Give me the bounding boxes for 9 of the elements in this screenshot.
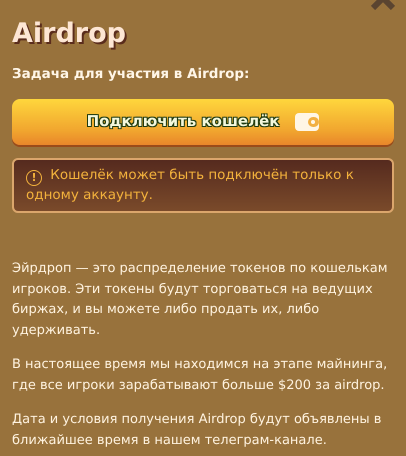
info-paragraph: В настоящее время мы находимся на этапе майнинга, где все игроки зарабатывают больше $200 за airdrop.: [12, 356, 388, 395]
task-label: Задача для участия в Airdrop:: [12, 65, 250, 84]
info-paragraph: Эйрдроп — это распределение токенов по кошелькам игроков. Эти токены будут торговаться на ведущих биржах, и вы можете либо продать их, либо удерживать.: [12, 260, 389, 340]
warning-icon: !: [26, 170, 42, 186]
warning-message: ! Кошелёк может быть подключён только к одному аккаунту.: [12, 158, 394, 214]
page-title: Airdrop: [12, 18, 127, 50]
wallet-icon: [295, 112, 320, 131]
info-paragraph: Дата и условия получения Airdrop будут объявлены в ближайшее время в нашем телеграм-канале.: [12, 411, 382, 450]
connect-wallet-button[interactable]: Подключить кошелёк: [12, 98, 394, 145]
